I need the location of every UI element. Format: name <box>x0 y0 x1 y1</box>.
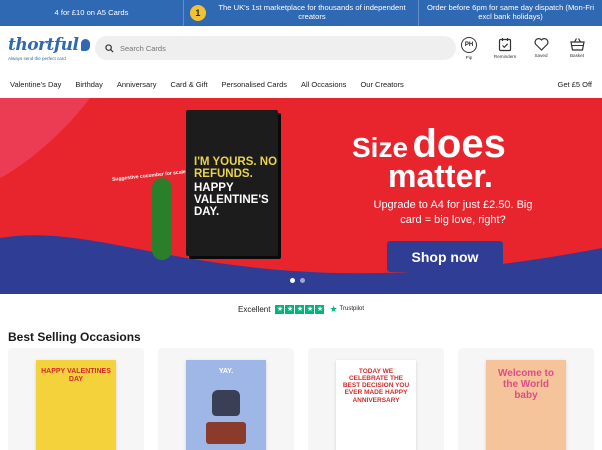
star-icon: ★ <box>285 304 295 314</box>
carousel-dots <box>290 278 305 283</box>
occasion-card[interactable]: TODAY WE CELEBRATE THE BEST DECISION YOU… <box>308 348 444 450</box>
cake-illustration <box>206 422 246 444</box>
section-title: Best Selling Occasions <box>8 330 141 344</box>
logo[interactable]: thortful Always send the perfect card <box>8 35 90 61</box>
occasion-card[interactable]: Welcome to the World baby <box>458 348 594 450</box>
trustpilot-brand: Trustpilot <box>339 306 364 312</box>
header-icons: PH Pip Reminders Saved Basket <box>456 36 594 60</box>
basket-label: Basket <box>569 52 585 58</box>
promo-bar: 4 for £10 on A5 Cards 1 The UK's 1st mar… <box>0 0 602 26</box>
trust-stars: ★ ★ ★ ★ ★ <box>275 304 325 314</box>
trustpilot-rating[interactable]: Excellent ★ ★ ★ ★ ★ ★ Trustpilot <box>0 294 602 324</box>
shop-now-button[interactable]: Shop now <box>387 241 503 272</box>
nav-item-valentines-day[interactable]: Valentine's Day <box>10 80 61 89</box>
cat-illustration <box>212 390 240 416</box>
saved-button[interactable]: Saved <box>528 37 554 60</box>
card-text: Welcome to the World baby <box>498 368 554 401</box>
promo-marketplace: 1 The UK's 1st marketplace for thousands… <box>182 0 420 26</box>
star-icon: ★ <box>305 304 315 314</box>
logo-tagline: Always send the perfect card <box>8 56 66 61</box>
hero-heading-matter: matter. <box>388 158 493 194</box>
carousel-dot[interactable] <box>300 278 305 283</box>
main-nav: Valentine's Day Birthday Anniversary Car… <box>0 70 602 98</box>
cucumber-image <box>152 178 172 260</box>
hero-card-line2: HAPPY VALENTINE'S DAY. <box>194 182 269 219</box>
nav-get-5-off[interactable]: Get £5 Off <box>558 80 592 89</box>
nav-item-birthday[interactable]: Birthday <box>75 80 103 89</box>
nav-item-our-creators[interactable]: Our Creators <box>360 80 403 89</box>
site-header: thortful Always send the perfect card PH… <box>0 26 602 70</box>
nav-item-card-gift[interactable]: Card & Gift <box>170 80 207 89</box>
number-one-badge: 1 <box>189 5 206 21</box>
saved-label: Saved <box>534 52 548 58</box>
trustpilot-logo: ★ Trustpilot <box>329 304 364 315</box>
trust-rating-text: Excellent <box>238 304 271 314</box>
reminders-button[interactable]: Reminders <box>492 37 518 60</box>
profile-icon: PH <box>461 36 477 53</box>
occasion-card[interactable]: YAY. <box>158 348 294 450</box>
card-text: YAY. <box>218 368 234 375</box>
search-input[interactable] <box>120 43 420 53</box>
star-icon: ★ <box>275 304 285 314</box>
promo-offer[interactable]: 4 for £10 on A5 Cards <box>0 0 183 26</box>
logo-bubble-icon <box>80 39 90 51</box>
card-image: HAPPY VALENTINES DAY <box>36 360 116 450</box>
calendar-icon <box>498 37 512 51</box>
account-button[interactable]: PH Pip <box>456 36 482 60</box>
promo-marketplace-text: The UK's 1st marketplace for thousands o… <box>218 3 406 21</box>
card-image: TODAY WE CELEBRATE THE BEST DECISION YOU… <box>336 360 416 450</box>
reminders-label: Reminders <box>493 53 517 59</box>
basket-icon <box>569 37 585 51</box>
nav-item-personalised-cards[interactable]: Personalised Cards <box>222 80 287 89</box>
heart-icon <box>533 37 549 51</box>
search-bar[interactable] <box>95 36 456 60</box>
search-icon <box>105 43 114 53</box>
occasion-card[interactable]: HAPPY VALENTINES DAY <box>8 348 144 450</box>
card-image: Welcome to the World baby <box>486 360 566 450</box>
trustpilot-star-icon: ★ <box>329 303 338 314</box>
logo-wordmark: thortful <box>8 35 79 55</box>
promo-dispatch: Order before 6pm for same day dispatch (… <box>426 3 595 21</box>
hero-subtext: Upgrade to A4 for just £2.50. Big card =… <box>373 199 533 226</box>
card-image: YAY. <box>186 360 266 450</box>
nav-item-all-occasions[interactable]: All Occasions <box>301 80 346 89</box>
star-icon: ★ <box>315 304 325 314</box>
account-label: Pip <box>465 54 473 60</box>
hero-card-line1: I'M YOURS. NO REFUNDS. <box>194 156 278 181</box>
hero-banner[interactable]: Suggestive cucumber for scale I'M YOURS.… <box>0 98 602 294</box>
occasion-cards: HAPPY VALENTINES DAY YAY. TODAY WE CELEB… <box>0 348 602 450</box>
card-text: TODAY WE CELEBRATE THE BEST DECISION YOU… <box>342 368 410 404</box>
basket-button[interactable]: Basket <box>564 37 590 60</box>
carousel-dot-active[interactable] <box>290 278 295 283</box>
nav-item-anniversary[interactable]: Anniversary <box>117 80 157 89</box>
hero-wave-shape <box>0 98 602 294</box>
star-icon: ★ <box>295 304 305 314</box>
hero-card-image: I'M YOURS. NO REFUNDS. HAPPY VALENTINE'S… <box>186 110 278 256</box>
card-text: HAPPY VALENTINES DAY <box>41 368 111 383</box>
